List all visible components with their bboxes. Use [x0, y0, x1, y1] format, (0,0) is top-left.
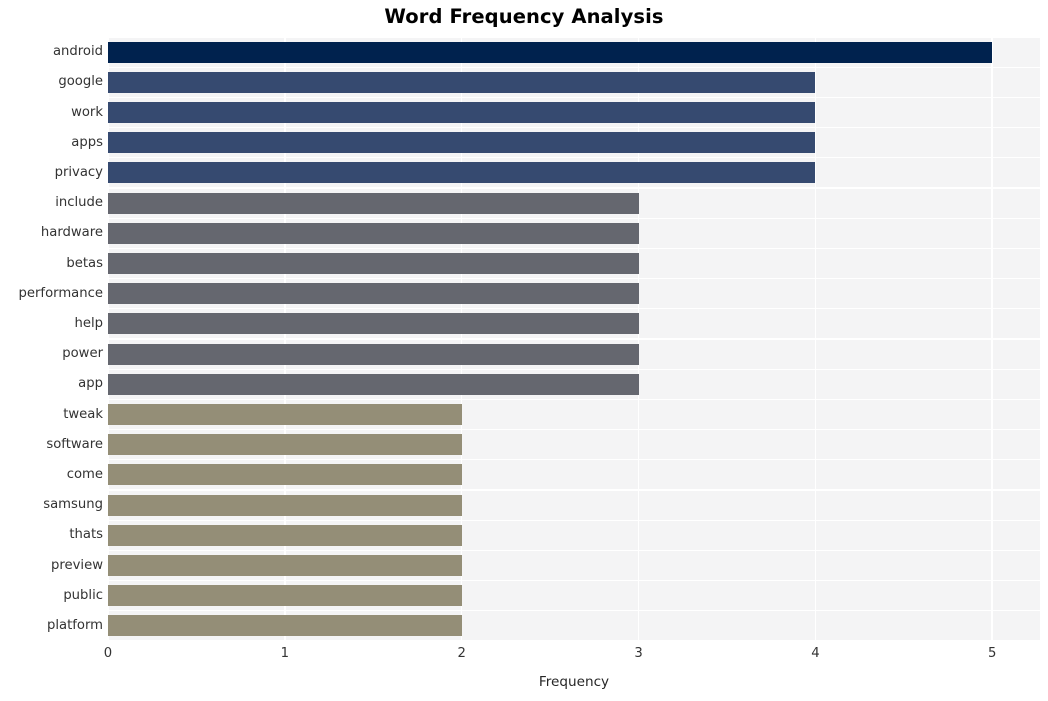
- y-tick-label: come: [66, 466, 103, 482]
- y-tick-label: tweak: [63, 406, 103, 422]
- plot-area: [108, 37, 1040, 641]
- bar: [108, 555, 462, 576]
- horizontal-gridline: [108, 489, 1040, 491]
- bar: [108, 162, 816, 184]
- horizontal-gridline: [108, 549, 1040, 552]
- horizontal-gridline: [108, 96, 1040, 99]
- bar: [108, 373, 639, 395]
- x-axis-tick-labels: 0 1 2 3 4 5: [0, 646, 1048, 668]
- y-tick-label: performance: [18, 285, 103, 301]
- bar: [108, 222, 639, 244]
- horizontal-gridline: [108, 579, 1040, 582]
- horizontal-gridline: [108, 37, 1040, 38]
- y-tick-label: app: [78, 376, 103, 392]
- y-tick-label: android: [52, 44, 103, 60]
- y-axis-tick-labels: android google work apps privacy include hardw…: [0, 37, 103, 641]
- bar: [108, 253, 639, 274]
- horizontal-gridline: [108, 398, 1040, 401]
- bar: [108, 132, 816, 154]
- x-tick-label: 0: [103, 646, 113, 661]
- bar: [108, 41, 993, 63]
- bar: [108, 102, 816, 123]
- x-tick-label: 2: [457, 646, 466, 661]
- bar: [108, 313, 639, 335]
- x-tick-label: 5: [988, 646, 997, 661]
- y-tick-label: samsung: [43, 497, 103, 513]
- horizontal-gridline: [108, 459, 1040, 461]
- y-tick-label: hardware: [40, 225, 103, 241]
- horizontal-gridline: [108, 126, 1040, 129]
- horizontal-gridline: [108, 217, 1040, 219]
- bar: [108, 434, 462, 456]
- chart-title: Word Frequency Analysis: [384, 5, 664, 28]
- y-tick-label: apps: [71, 134, 103, 150]
- chart-figure: Word Frequency Analysis android google wor…: [0, 0, 1048, 701]
- bar: [108, 585, 462, 607]
- x-tick-label: 1: [280, 646, 290, 661]
- bar: [108, 343, 639, 365]
- horizontal-gridline: [108, 187, 1040, 189]
- y-tick-label: betas: [66, 255, 103, 271]
- x-tick-label: 4: [811, 646, 820, 661]
- y-tick-label: google: [58, 74, 103, 90]
- bar: [108, 283, 639, 305]
- y-tick-label: privacy: [54, 164, 103, 180]
- x-tick-label: 3: [634, 646, 643, 661]
- y-tick-label: thats: [69, 527, 103, 543]
- bar: [108, 615, 462, 637]
- bar: [108, 494, 462, 516]
- horizontal-gridline: [108, 157, 1040, 159]
- horizontal-gridline: [108, 640, 1040, 641]
- bar: [108, 524, 462, 546]
- x-axis-label: Frequency: [538, 674, 610, 690]
- horizontal-gridline: [108, 66, 1040, 68]
- y-tick-label: public: [63, 587, 103, 603]
- horizontal-gridline: [108, 338, 1040, 340]
- y-tick-label: preview: [51, 557, 103, 573]
- bar: [108, 464, 462, 486]
- y-tick-label: platform: [46, 617, 103, 633]
- bar: [108, 192, 639, 214]
- horizontal-gridline: [108, 277, 1040, 280]
- y-tick-label: power: [62, 346, 103, 362]
- horizontal-gridline: [108, 519, 1040, 521]
- y-tick-label: software: [46, 436, 103, 452]
- bar: [108, 404, 462, 425]
- y-tick-label: help: [74, 315, 103, 331]
- horizontal-gridline: [108, 247, 1040, 250]
- y-tick-label: work: [71, 104, 103, 120]
- bar: [108, 71, 816, 93]
- horizontal-gridline: [108, 368, 1040, 370]
- y-tick-label: include: [55, 195, 103, 211]
- horizontal-gridline: [108, 428, 1040, 431]
- horizontal-gridline: [108, 610, 1040, 612]
- horizontal-gridline: [108, 308, 1040, 310]
